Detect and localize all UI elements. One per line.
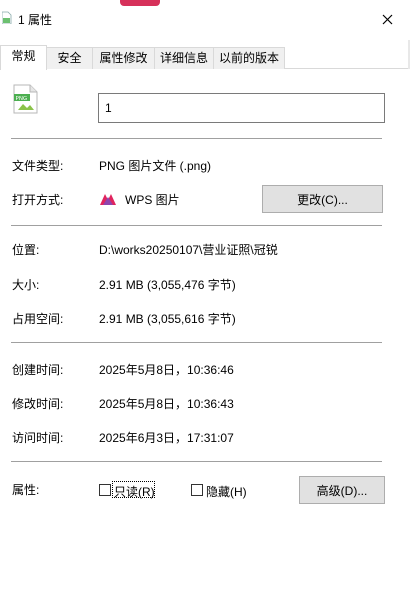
filename-input[interactable]: [98, 93, 385, 123]
file-type-value: PNG 图片文件 (.png): [99, 159, 212, 173]
background-window-fragment: [120, 0, 160, 6]
change-button[interactable]: 更改(C)...: [262, 185, 383, 213]
title-bar: 1 属性: [0, 0, 410, 38]
tab-details[interactable]: 详细信息: [154, 47, 214, 69]
separator: [11, 461, 382, 462]
open-with-value: WPS 图片: [125, 193, 180, 207]
size-value: 2.91 MB (3,055,476 字节): [99, 278, 236, 292]
png-file-icon: PNG: [13, 84, 38, 114]
tab-strip: 常规 安全 属性修改 详细信息 以前的版本: [0, 45, 410, 70]
document-icon: [2, 11, 12, 24]
modified-label: 修改时间:: [12, 397, 64, 411]
readonly-checkbox[interactable]: [99, 484, 111, 496]
tab-previous-versions[interactable]: 以前的版本: [213, 47, 285, 69]
location-value: D:\works20250107\营业证照\冠锐: [99, 243, 278, 257]
hidden-label[interactable]: 隐藏(H): [206, 483, 247, 500]
tab-security[interactable]: 安全: [46, 47, 93, 69]
png-file-icon-text: PNG: [16, 96, 28, 102]
wps-picture-icon: [100, 194, 116, 205]
file-type-label: 文件类型:: [12, 159, 64, 173]
close-icon: [382, 14, 392, 24]
tab-attribute-edit[interactable]: 属性修改: [92, 47, 155, 69]
separator: [11, 342, 382, 343]
hidden-checkbox[interactable]: [191, 484, 203, 496]
open-with-label: 打开方式:: [12, 193, 64, 207]
accessed-label: 访问时间:: [12, 431, 64, 445]
readonly-label[interactable]: 只读(R): [114, 483, 155, 500]
tab-general[interactable]: 常规: [0, 45, 47, 70]
general-panel: [0, 69, 410, 603]
separator: [11, 138, 382, 139]
separator: [11, 225, 382, 226]
location-label: 位置:: [12, 243, 40, 257]
accessed-value: 2025年6月3日，17:31:07: [99, 431, 234, 445]
disk-size-label: 占用空间:: [12, 312, 64, 326]
modified-value: 2025年5月8日，10:36:43: [99, 397, 234, 411]
advanced-button[interactable]: 高级(D)...: [299, 476, 385, 504]
attributes-label: 属性:: [12, 483, 40, 497]
created-label: 创建时间:: [12, 363, 64, 377]
created-value: 2025年5月8日，10:36:46: [99, 363, 234, 377]
window-title: 1 属性: [18, 13, 53, 27]
size-label: 大小:: [12, 278, 40, 292]
close-button[interactable]: [364, 0, 410, 38]
disk-size-value: 2.91 MB (3,055,616 字节): [99, 312, 236, 326]
